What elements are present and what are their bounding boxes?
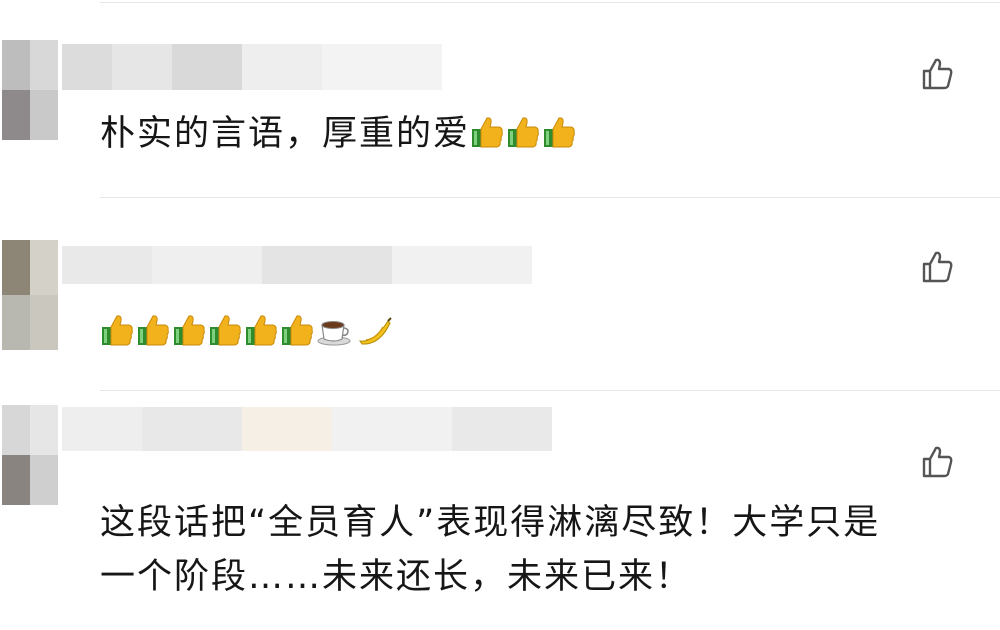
thumbs-up-icon bbox=[210, 315, 241, 346]
thumbs-up-icon bbox=[508, 117, 539, 148]
emoji-row bbox=[100, 308, 396, 352]
thumbs-up-icon bbox=[544, 117, 575, 148]
thumbs-up-icon bbox=[174, 315, 205, 346]
thumbs-up-icon bbox=[246, 315, 277, 346]
comment-text-line-1: 这段话把“全员育人”表现得淋漓尽致！大学只是 bbox=[100, 503, 881, 543]
commenter-name bbox=[62, 407, 552, 451]
avatar[interactable] bbox=[2, 405, 58, 505]
comment-text-content: 朴实的言语，厚重的爱 bbox=[100, 114, 471, 154]
thumbs-up-icon bbox=[472, 117, 503, 148]
thumbs-up-icon bbox=[282, 315, 313, 346]
comment-3: 这段话把“全员育人”表现得淋漓尽致！大学只是 一个阶段……未来还长，未来已来！ bbox=[0, 405, 1000, 630]
coffee-icon bbox=[317, 321, 351, 346]
avatar[interactable] bbox=[2, 40, 58, 140]
like-icon[interactable] bbox=[918, 248, 956, 286]
comment-text: 朴实的言语，厚重的爱 bbox=[100, 108, 578, 160]
commenter-name bbox=[62, 246, 532, 284]
like-icon[interactable] bbox=[918, 443, 956, 481]
comment-divider bbox=[100, 197, 1000, 198]
like-icon[interactable] bbox=[918, 55, 956, 93]
thumbs-up-icon bbox=[102, 315, 133, 346]
commenter-name bbox=[62, 44, 442, 90]
comment-text-line-2: 一个阶段……未来还长，未来已来！ bbox=[100, 557, 693, 597]
avatar[interactable] bbox=[2, 240, 58, 350]
comment-divider bbox=[100, 390, 1000, 391]
top-divider bbox=[100, 2, 1000, 3]
comment-2 bbox=[0, 240, 1000, 390]
thumbs-up-icon bbox=[138, 315, 169, 346]
banana-icon bbox=[358, 317, 392, 345]
comment-1: 朴实的言语，厚重的爱 bbox=[0, 40, 1000, 195]
